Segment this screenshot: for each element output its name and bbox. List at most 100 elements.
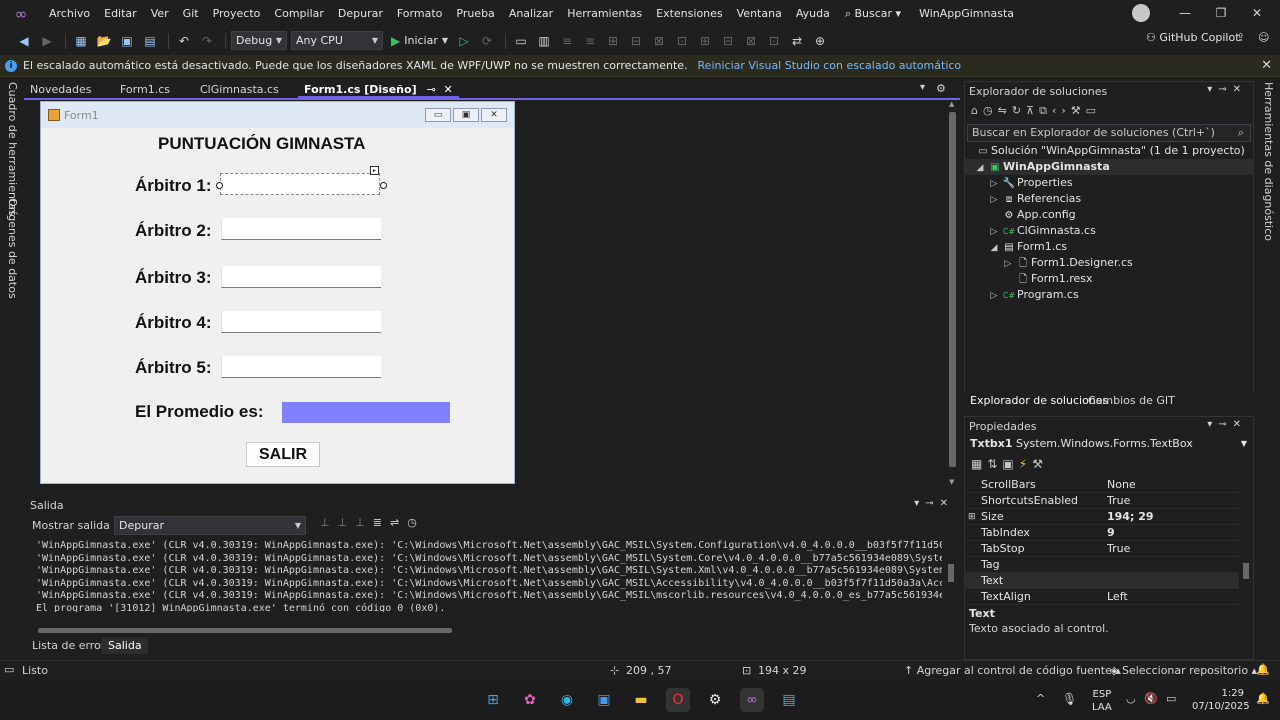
configuration-dropdown[interactable]: Debug ▼ [231,31,287,50]
output-source-dropdown[interactable]: Depurar ▼ [114,516,306,535]
menu-archivo[interactable]: Archivo [42,0,97,27]
battery-icon[interactable]: ▭ [1166,692,1176,705]
hot-reload-icon[interactable]: ⟳ [477,31,497,51]
chevron-up-icon[interactable]: ^ [1036,692,1045,705]
scroll-down-icon[interactable]: ▼ [949,478,954,486]
textbox-arbitro-2[interactable] [221,218,381,240]
events-icon[interactable]: ⚡ [1019,457,1032,471]
tab-form1-cs[interactable]: Form1.cs [114,81,176,98]
refresh-icon[interactable]: ↻ [1012,104,1026,117]
select-repo-button[interactable]: ◈ Seleccionar repositorio ▴ [1110,664,1257,677]
new-project-icon[interactable]: ▦ [71,31,91,51]
pin-icon[interactable]: ⊸ [1218,419,1232,430]
word-wrap-icon[interactable]: ⇌ [390,516,407,529]
opera-icon[interactable]: O [666,688,690,712]
categorized-icon[interactable]: ▦ [971,457,987,471]
label-arbitro-5[interactable]: Árbitro 5: [135,358,212,378]
resize-handle[interactable] [380,182,387,189]
tab-list-icon[interactable]: ▾ [920,82,925,93]
store-icon[interactable]: ▣ [592,688,616,712]
align-icon[interactable]: ⊟ [718,31,738,51]
resize-handle[interactable] [216,182,223,189]
label-promedio[interactable]: El Promedio es: [135,402,263,422]
align-icon[interactable]: ⊞ [695,31,715,51]
chevron-down-icon[interactable]: ▾ [914,498,925,509]
tree-item-app-config[interactable]: ⚙ App.config [965,207,1076,223]
align-icon[interactable]: ≡ [580,31,600,51]
tree-item-clgimnasta[interactable]: ▷ C# ClGimnasta.cs [965,223,1096,239]
close-icon[interactable]: ✕ [1233,419,1247,430]
history-icon[interactable]: ◷ [983,104,998,117]
source-control-button[interactable]: ↑ Agregar al control de código fuente ▴ [904,664,1121,677]
tree-item-references[interactable]: ▷ ⧈ Referencias [965,191,1082,208]
menu-analizar[interactable]: Analizar [502,0,560,27]
property-row[interactable]: ScrollBars None [965,477,1239,493]
prev-icon[interactable]: ⊥ [338,516,356,529]
tab-form1-design[interactable]: Form1.cs [Diseño] ⊸ ✕ [298,81,459,98]
save-icon[interactable]: ▣ [117,31,137,51]
expand-open-icon[interactable]: ◢ [987,240,1001,256]
file-explorer-icon[interactable]: ▬ [629,688,653,712]
label-arbitro-2[interactable]: Árbitro 2: [135,221,212,241]
data-sources-tab[interactable]: Orígenes de datos [6,198,19,299]
account-avatar[interactable] [1132,4,1150,22]
scroll-up-icon[interactable]: ▲ [949,100,954,108]
menu-editar[interactable]: Editar [97,0,144,27]
expand-open-icon[interactable]: ◢ [973,160,987,176]
search-button[interactable]: ⌕ Buscar ▾ [845,7,901,21]
close-icon[interactable]: ✕ [940,498,954,509]
solution-search-input[interactable]: Buscar en Explorador de soluciones (Ctrl… [967,124,1251,142]
pin-icon[interactable]: ⊸ [1218,84,1232,95]
align-icon[interactable]: ⊞ [603,31,623,51]
property-row-selected[interactable]: Text [965,573,1239,589]
property-row[interactable]: TabIndex 9 [965,525,1239,541]
find-icon[interactable]: ⊥ [320,516,338,529]
tree-item-project[interactable]: ◢ ▣ WinAppGimnasta [965,159,1253,175]
expand-icon[interactable]: ▷ [987,192,1001,208]
volume-icon[interactable]: 🔇 [1144,692,1158,705]
scrollbar-thumb[interactable] [38,628,452,633]
chevron-down-icon[interactable]: ▾ [1207,419,1218,430]
code-icon[interactable]: ‹› [1052,104,1071,117]
home-icon[interactable]: ⌂ [971,104,983,117]
close-icon[interactable]: ✕ [1261,58,1272,73]
align-icon[interactable]: ⊠ [741,31,761,51]
menu-ver[interactable]: Ver [144,0,176,27]
pin-icon[interactable]: ⊸ [426,83,435,96]
collapse-icon[interactable]: ⊼ [1026,104,1039,117]
visual-studio-app-icon[interactable]: ∞ [740,688,764,712]
notifications-icon[interactable]: 🔔 [1256,663,1270,676]
menu-ayuda[interactable]: Ayuda [789,0,837,27]
textbox-arbitro-5[interactable] [221,356,381,378]
menu-formato[interactable]: Formato [390,0,450,27]
property-row[interactable]: TabStop True [965,541,1239,557]
show-all-icon[interactable]: ⧉ [1039,104,1052,117]
menu-proyecto[interactable]: Proyecto [206,0,268,27]
property-row[interactable]: TextAlign Left [965,589,1239,605]
settings-app-icon[interactable]: ⚙ [703,688,727,712]
back-icon[interactable]: ◀ [14,31,34,51]
redo-icon[interactable]: ↷ [197,31,217,51]
average-output-label[interactable] [282,402,450,423]
object-selector[interactable]: Txtbx1 System.Windows.Forms.TextBox ▼ [967,436,1251,452]
property-row[interactable]: Tag [965,557,1239,573]
menu-depurar[interactable]: Depurar [331,0,390,27]
start-button[interactable]: ▶ Iniciar ▼ [391,34,448,48]
label-arbitro-4[interactable]: Árbitro 4: [135,313,212,333]
expand-icon[interactable]: ▷ [987,176,1001,192]
alphabetical-icon[interactable]: ⇅ [987,457,1002,471]
smart-tag-icon[interactable]: ▸ [370,166,379,175]
wrench-icon[interactable]: ⚒ [1071,104,1086,117]
property-pages-icon[interactable]: ⚒ [1032,457,1048,471]
properties-scrollbar[interactable] [1241,477,1251,605]
tree-item-form1-resx[interactable]: 🗋 Form1.resx [965,271,1093,287]
textbox-arbitro-3[interactable] [221,266,381,288]
menu-git[interactable]: Git [176,0,206,27]
menu-compilar[interactable]: Compilar [267,0,330,27]
diagnostic-tools-tab[interactable]: Herramientas de diagnóstico [1262,82,1275,241]
open-icon[interactable]: 📂 [94,31,114,51]
toolbox-tab[interactable]: Cuadro de herramientas [6,82,19,216]
output-hscrollbar[interactable] [36,626,942,634]
tab-novedades[interactable]: Novedades [24,81,97,98]
align-icon[interactable]: ⊠ [649,31,669,51]
